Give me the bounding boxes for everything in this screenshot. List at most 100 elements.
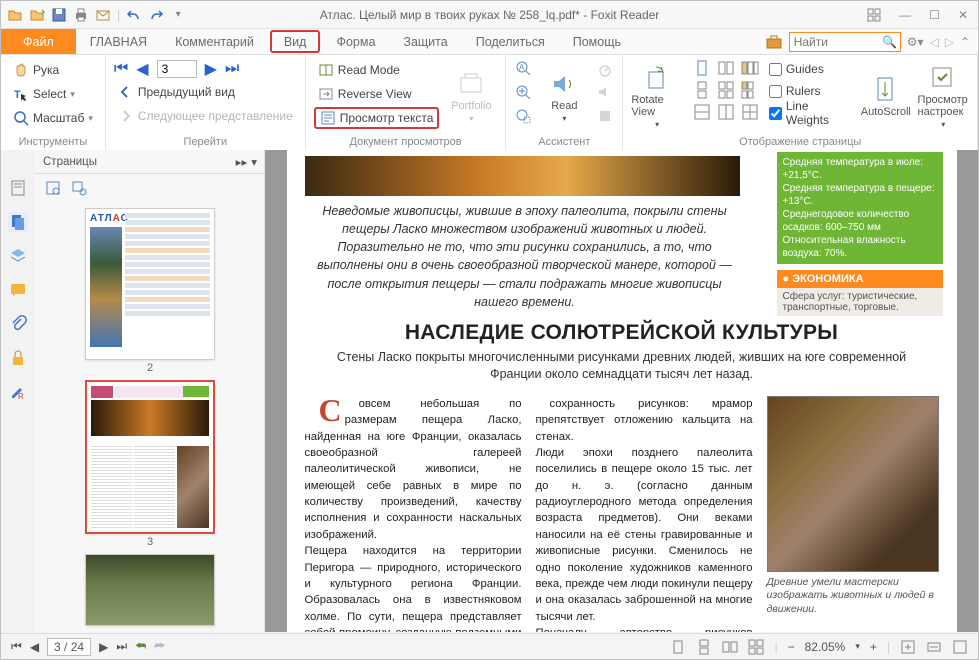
nav-fwd-icon[interactable]: ▷ (945, 35, 954, 49)
facing-icon[interactable] (717, 59, 735, 77)
sb-next-icon[interactable]: ▶ (99, 640, 108, 654)
panel-menu-icon[interactable]: ▸▸ (236, 155, 248, 169)
sb-fit-page-icon[interactable] (900, 639, 916, 655)
sb-next-view-icon[interactable]: ⮫ (154, 639, 165, 654)
sb-page-indicator[interactable]: 3 / 24 (47, 638, 91, 656)
undo-icon[interactable] (126, 7, 142, 23)
sb-fullscreen-icon[interactable] (952, 639, 968, 655)
volume-icon[interactable] (596, 83, 614, 101)
split-h-icon[interactable] (693, 103, 711, 121)
sb-zoom-out-icon[interactable]: − (788, 640, 795, 654)
cover-continuous-icon[interactable] (741, 81, 759, 99)
loupe-icon[interactable] (514, 83, 532, 101)
hand-tool[interactable]: Рука (9, 59, 97, 81)
select-tool[interactable]: TSelect▾ (9, 83, 97, 105)
qat-dropdown-icon[interactable]: ▾ (170, 7, 186, 23)
search-icon[interactable]: 🔍 (880, 35, 900, 49)
gear-icon[interactable]: ⚙▾ (907, 35, 924, 49)
sb-continuous-icon[interactable] (696, 639, 712, 655)
layers-icon[interactable] (8, 246, 28, 266)
autoscroll-button[interactable]: AutoScroll (860, 59, 911, 134)
cover-facing-icon[interactable] (741, 59, 759, 77)
thumbnail-page-4[interactable] (85, 554, 215, 626)
nav-back-icon[interactable]: ◁ (929, 35, 938, 49)
tab-share[interactable]: Поделиться (462, 29, 559, 54)
sb-facing-icon[interactable] (722, 639, 738, 655)
collapse-ribbon-icon[interactable]: ⌃ (960, 35, 970, 49)
bookmarks-icon[interactable] (8, 178, 28, 198)
single-page-icon[interactable] (693, 59, 711, 77)
economy-text: Сфера услуг: туристические, транспортные… (777, 288, 943, 316)
figure-caption: Древние умели мастерски изображать живот… (767, 576, 939, 617)
prev-view-button[interactable]: Предыдущий вид (114, 81, 297, 103)
sb-last-icon[interactable]: ⏭ (116, 639, 127, 654)
sb-zoom-in-icon[interactable]: + (870, 640, 877, 654)
continuous-facing-icon[interactable] (717, 81, 735, 99)
tab-comment[interactable]: Комментарий (161, 29, 268, 54)
magnifier-icon[interactable]: A (514, 59, 532, 77)
panel-close-icon[interactable]: ▾ (251, 155, 257, 169)
save-icon[interactable] (51, 7, 67, 23)
thumbnails[interactable]: АТЛАС 2 (35, 202, 265, 632)
last-page-icon[interactable]: ⏭ (225, 60, 239, 78)
sb-single-page-icon[interactable] (670, 639, 686, 655)
sb-prev-icon[interactable]: ◀ (30, 640, 39, 654)
sb-cont-facing-icon[interactable] (748, 639, 764, 655)
security-icon[interactable] (8, 348, 28, 368)
view-settings-button[interactable]: Просмотр настроек ▾ (918, 59, 969, 134)
continuous-icon[interactable] (693, 81, 711, 99)
guides-checkbox[interactable]: Guides (769, 59, 854, 79)
reverse-view-button[interactable]: Reverse View (314, 83, 440, 105)
next-page-icon[interactable]: ▶ (205, 59, 217, 79)
page-intro: Неведомые живописцы, жившие в эпоху пале… (305, 202, 745, 311)
tab-file[interactable]: Файл (1, 29, 76, 54)
pages-icon[interactable] (8, 212, 28, 232)
tab-help[interactable]: Помощь (559, 29, 635, 54)
sb-prev-view-icon[interactable]: ⮪ (135, 639, 146, 654)
comments-icon[interactable] (8, 280, 28, 300)
maximize-icon[interactable]: ☐ (929, 8, 940, 22)
redo-icon[interactable] (148, 7, 164, 23)
minimize-icon[interactable]: — (899, 8, 911, 22)
email-icon[interactable] (95, 7, 111, 23)
line-weights-checkbox[interactable]: Line Weights (769, 103, 854, 123)
toolbox-icon[interactable] (765, 33, 783, 51)
open-recent-icon[interactable] (29, 7, 45, 23)
search-input[interactable] (790, 35, 880, 49)
split-4-icon[interactable] (741, 103, 759, 121)
sb-first-icon[interactable]: ⏮ (11, 639, 22, 654)
thumbnail-page-2[interactable]: АТЛАС (85, 208, 215, 360)
thumbnail-page-3[interactable] (85, 380, 215, 534)
marquee-zoom-icon[interactable] (514, 107, 532, 125)
search-box[interactable]: 🔍 (789, 32, 901, 52)
document-view[interactable]: Средняя температура в июле: +21,5°C. Сре… (265, 150, 978, 632)
prev-page-icon[interactable]: ◀ (136, 59, 148, 79)
thumb-reduce-icon[interactable] (71, 180, 87, 196)
text-viewer-button[interactable]: Просмотр текста (314, 107, 440, 129)
rotate-view-button[interactable]: Rotate View ▾ (631, 59, 682, 134)
sb-zoom-value[interactable]: 82.05% (805, 640, 846, 654)
sb-fit-width-icon[interactable] (926, 639, 942, 655)
tab-view[interactable]: Вид (270, 30, 321, 53)
tab-home[interactable]: ГЛАВНАЯ (76, 29, 161, 54)
attachments-icon[interactable] (8, 314, 28, 334)
rulers-checkbox[interactable]: Rulers (769, 81, 854, 101)
print-icon[interactable] (73, 7, 89, 23)
close-icon[interactable]: ✕ (958, 8, 968, 22)
read-mode-button[interactable]: Read Mode (314, 59, 440, 81)
tab-protect[interactable]: Защита (389, 29, 461, 54)
first-page-icon[interactable]: ⏮ (114, 60, 128, 78)
group-goto-label: Перейти (114, 134, 297, 148)
signatures-icon[interactable]: R (8, 382, 28, 402)
tab-form[interactable]: Форма (322, 29, 389, 54)
thumb-enlarge-icon[interactable] (45, 180, 61, 196)
page-figure: Древние умели мастерски изображать живот… (767, 396, 939, 632)
speed-icon[interactable] (596, 59, 614, 77)
zoom-tool[interactable]: Масштаб▾ (9, 107, 97, 129)
ribbon-display-icon[interactable] (867, 8, 881, 22)
read-aloud-button[interactable]: Read ▾ (538, 59, 590, 134)
split-v-icon[interactable] (717, 103, 735, 121)
page-number-input[interactable] (157, 60, 197, 78)
open-icon[interactable] (7, 7, 23, 23)
stop-icon[interactable] (596, 107, 614, 125)
